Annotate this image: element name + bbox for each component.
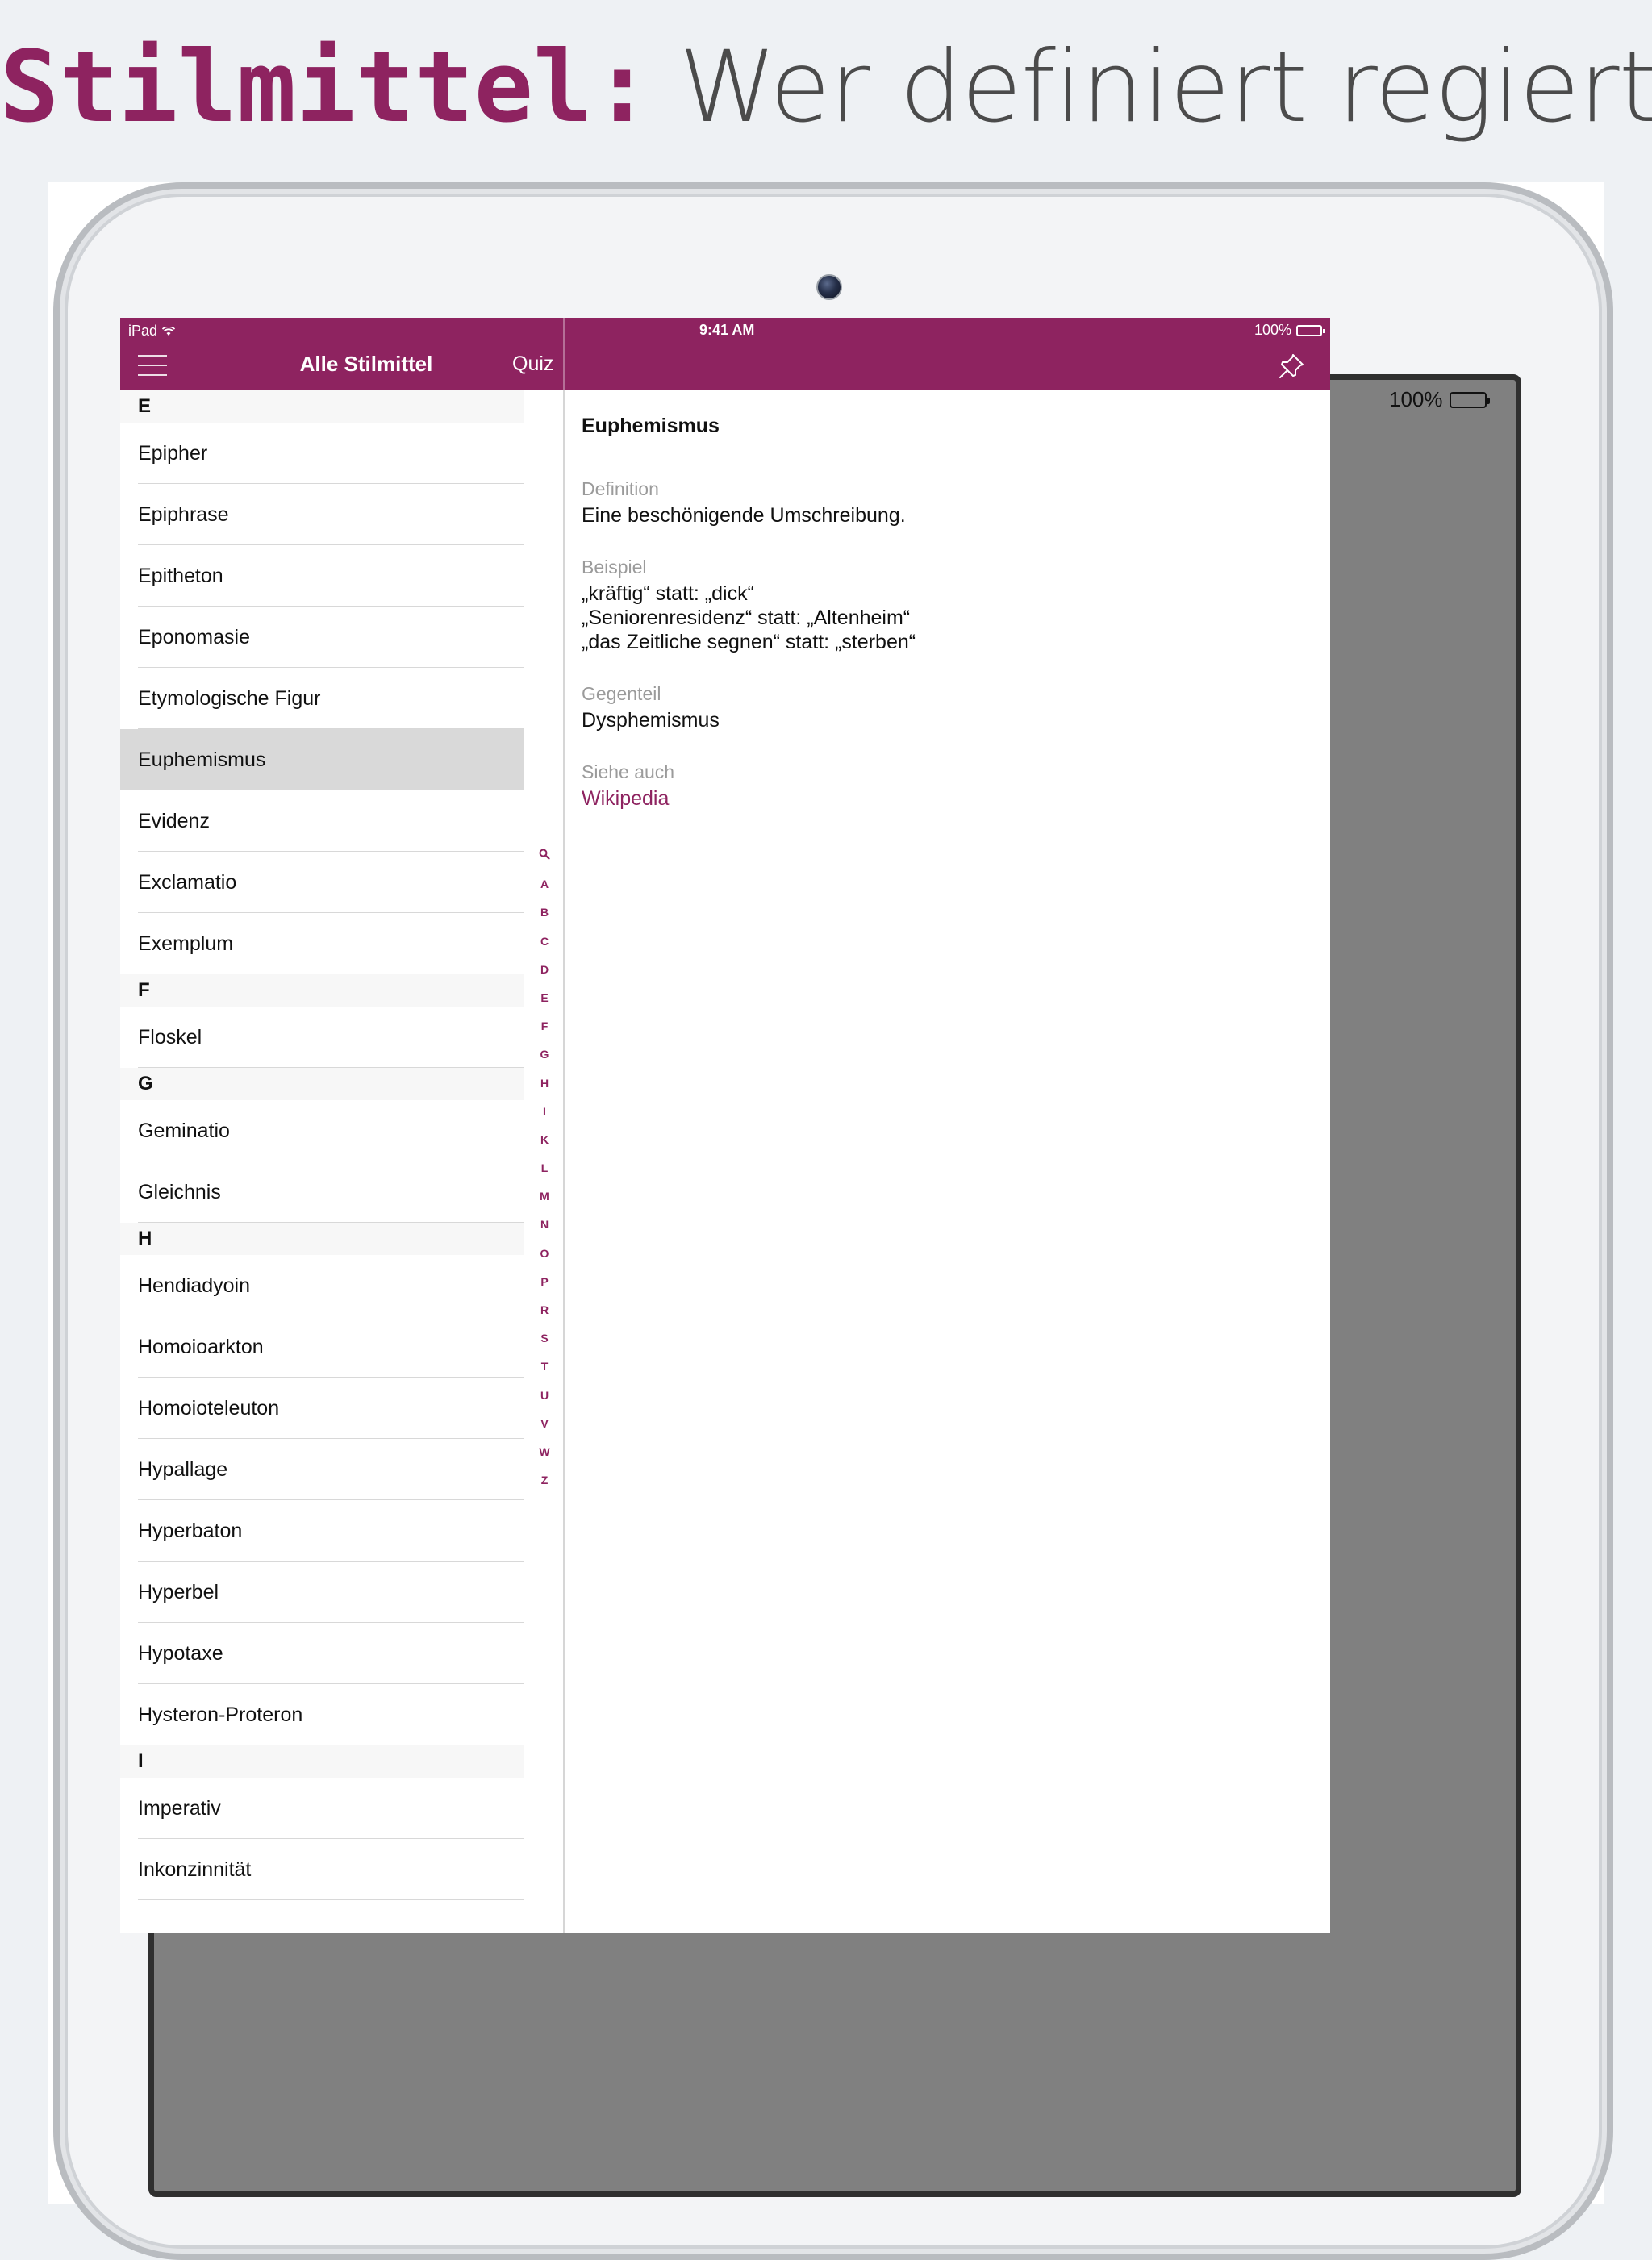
wifi-icon — [162, 326, 176, 336]
index-letter[interactable]: A — [532, 870, 557, 899]
section-header-h: H — [120, 1223, 524, 1255]
index-letter[interactable]: Z — [532, 1466, 557, 1495]
section-header-g: G — [120, 1068, 524, 1100]
hamburger-menu-icon[interactable] — [138, 355, 167, 379]
list-item[interactable]: Epiphrase — [120, 484, 524, 545]
list-item[interactable]: Etymologische Figur — [120, 668, 524, 729]
list-item[interactable]: Homoioteleuton — [120, 1378, 524, 1439]
split-divider — [563, 318, 565, 390]
list-item[interactable]: Imperativ — [120, 1778, 524, 1839]
master-detail-separator — [563, 390, 565, 1933]
status-carrier: iPad — [128, 323, 176, 340]
list-item[interactable]: Hypallage — [120, 1439, 524, 1500]
list-item[interactable]: Epitheton — [120, 545, 524, 607]
definition-label: Definition — [582, 478, 659, 499]
index-letter[interactable]: W — [532, 1438, 557, 1466]
opposite-label: Gegenteil — [582, 683, 661, 704]
index-letter[interactable]: N — [532, 1211, 557, 1239]
opposite-text: Dysphemismus — [582, 709, 720, 732]
battery-percentage: 100% — [1254, 322, 1291, 338]
status-battery: 100% — [1254, 322, 1325, 339]
list-item[interactable]: Hyperbaton — [120, 1500, 524, 1562]
status-time: 9:41 AM — [699, 322, 755, 338]
index-letter[interactable]: U — [532, 1382, 557, 1410]
background-battery-indicator: 100% — [1389, 387, 1490, 412]
list-item[interactable]: Floskel — [120, 1007, 524, 1068]
list-item[interactable]: Hendiadyoin — [120, 1255, 524, 1316]
list-item[interactable]: Hyperbel — [120, 1562, 524, 1623]
list-item[interactable]: Exemplum — [120, 913, 524, 974]
nav-title: Alle Stilmittel — [299, 352, 433, 376]
section-header-f: F — [120, 974, 524, 1007]
index-letter[interactable]: I — [532, 1098, 557, 1126]
index-letter[interactable]: G — [532, 1040, 557, 1069]
headline-brand: Stilmittel: — [0, 30, 652, 144]
background-battery-text: 100% — [1389, 387, 1443, 411]
index-letter[interactable]: D — [532, 956, 557, 984]
list-item[interactable]: Gleichnis — [120, 1161, 524, 1223]
list-item[interactable]: Exclamatio — [120, 852, 524, 913]
list-item[interactable]: Homoioarkton — [120, 1316, 524, 1378]
example-line: „das Zeitliche segnen“ statt: „sterben“ — [582, 631, 916, 653]
index-letter[interactable]: L — [532, 1154, 557, 1182]
example-label: Beispiel — [582, 557, 647, 578]
alphabet-index[interactable]: ABCDEFGHIKLMNOPRSTUVWZ — [532, 842, 557, 1495]
example-list: „kräftig“ statt: „dick“ „Seniorenresiden… — [582, 582, 1308, 654]
detail-pane: Euphemismus Definition Eine beschönigend… — [582, 415, 1308, 840]
headline: Stilmittel: Wer definiert regiert. — [0, 31, 1652, 144]
index-letter[interactable]: H — [532, 1070, 557, 1098]
battery-icon — [1296, 324, 1325, 336]
list-item[interactable]: Geminatio — [120, 1100, 524, 1161]
wikipedia-link[interactable]: Wikipedia — [582, 787, 669, 810]
index-letter[interactable]: S — [532, 1324, 557, 1353]
index-letter[interactable]: B — [532, 899, 557, 927]
stilmittel-list[interactable]: E Epipher Epiphrase Epitheton Eponomasie Etym… — [120, 390, 563, 1933]
index-letter[interactable]: R — [532, 1296, 557, 1324]
quiz-button[interactable]: Quiz — [512, 352, 553, 376]
detail-title: Euphemismus — [582, 415, 720, 437]
index-letter[interactable]: E — [532, 984, 557, 1012]
app-screen: iPad 9:41 AM 100% Alle Stilmittel Quiz E… — [120, 318, 1330, 1933]
index-letter[interactable]: O — [532, 1240, 557, 1268]
battery-icon — [1449, 391, 1490, 408]
index-letter[interactable]: P — [532, 1268, 557, 1296]
camera-icon — [816, 274, 842, 300]
search-icon[interactable] — [532, 842, 557, 870]
list-item[interactable]: Epipher — [120, 423, 524, 484]
index-letter[interactable]: F — [532, 1012, 557, 1040]
index-letter[interactable]: K — [532, 1126, 557, 1154]
carrier-label: iPad — [128, 323, 158, 339]
index-letter[interactable]: M — [532, 1182, 557, 1211]
headline-tagline: Wer definiert regiert. — [678, 30, 1652, 144]
list-item[interactable]: Euphemismus — [120, 729, 524, 790]
status-bar: iPad 9:41 AM 100% — [120, 318, 1330, 342]
list-item[interactable]: Hysteron-Proteron — [120, 1684, 524, 1745]
example-line: „Seniorenresidenz“ statt: „Altenheim“ — [582, 607, 911, 629]
pin-icon[interactable] — [1275, 350, 1308, 382]
index-letter[interactable]: T — [532, 1353, 557, 1381]
index-letter[interactable]: C — [532, 928, 557, 956]
definition-text: Eine beschönigende Umschreibung. — [582, 504, 906, 527]
section-header-e: E — [120, 390, 524, 423]
see-also-label: Siehe auch — [582, 761, 675, 782]
index-letter[interactable]: V — [532, 1410, 557, 1438]
list-item[interactable]: Inkonzinnität — [120, 1839, 524, 1900]
list-item[interactable]: Hypotaxe — [120, 1623, 524, 1684]
section-header-i: I — [120, 1745, 524, 1778]
list-item[interactable]: Evidenz — [120, 790, 524, 852]
list-item[interactable]: Eponomasie — [120, 607, 524, 668]
example-line: „kräftig“ statt: „dick“ — [582, 582, 754, 605]
navigation-bar: Alle Stilmittel Quiz — [120, 342, 1330, 390]
